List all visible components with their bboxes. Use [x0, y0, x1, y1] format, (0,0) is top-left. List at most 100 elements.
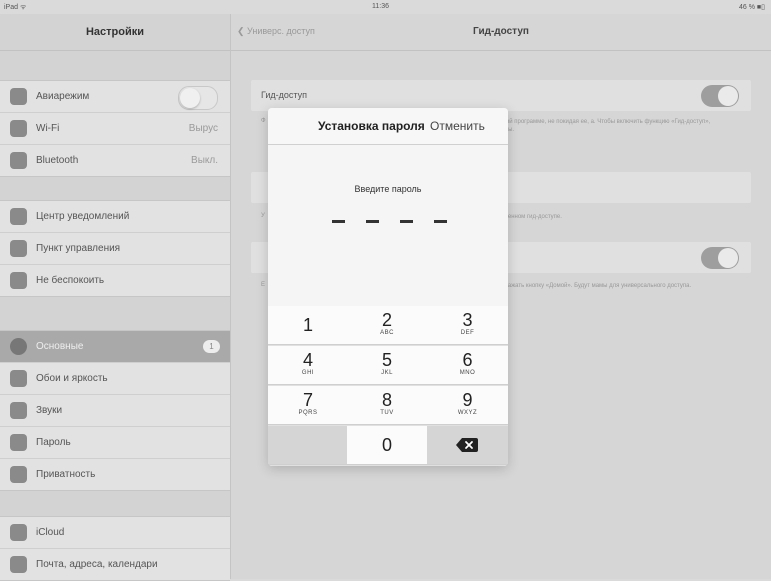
shortcut-toggle[interactable] — [701, 247, 739, 269]
dialog-title: Установка пароля — [318, 119, 425, 133]
desc3-fragment: E — [261, 282, 266, 288]
sidebar-item-privacy[interactable]: Приватность — [0, 459, 230, 490]
sidebar-item-label: Пароль — [36, 437, 71, 448]
key-1[interactable]: 1 — [268, 306, 349, 345]
cancel-button[interactable]: Отменить — [430, 119, 485, 133]
sidebar-item-label: Звуки — [36, 405, 63, 416]
sidebar-item-mail[interactable]: Почта, адреса, календари — [0, 549, 230, 580]
sidebar-group-accounts: iCloud Почта, адреса, календари — [0, 516, 230, 581]
bluetooth-value: Выкл. — [191, 155, 218, 166]
key-digit: 3 — [462, 310, 473, 330]
sidebar-item-wifi[interactable]: Wi-Fi Вырус — [0, 113, 230, 145]
airplane-icon — [10, 88, 27, 105]
lock-icon — [10, 434, 27, 451]
sound-icon — [10, 402, 27, 419]
page-title: Гид-доступ — [473, 26, 529, 37]
key-digit: 4 — [302, 350, 313, 370]
sidebar-item-label: Пункт управления — [36, 243, 121, 254]
sidebar-item-airplane[interactable]: Авиарежим — [0, 81, 230, 113]
key-6[interactable]: 6 MNO — [427, 346, 508, 385]
sidebar-item-wallpaper[interactable]: Обои и яркость — [0, 363, 230, 395]
sidebar-item-icloud[interactable]: iCloud — [0, 517, 230, 549]
sidebar-group-notifications: Центр уведомлений Пункт управления Не бе… — [0, 200, 230, 297]
key-blank — [268, 426, 349, 465]
key-digit: 5 — [381, 350, 392, 370]
key-digit: 6 — [462, 350, 473, 370]
settings-sidebar: Настройки Авиарежим Wi-Fi Вырус Bluetoot… — [0, 14, 231, 581]
sidebar-item-label: Центр уведомлений — [36, 211, 130, 222]
sidebar-item-label: Wi-Fi — [36, 123, 60, 134]
passcode-entry-field[interactable] — [324, 214, 454, 228]
dialog-header: Установка пароля Отменить — [268, 108, 508, 145]
sidebar-title: Настройки — [0, 14, 230, 51]
notifications-icon — [10, 208, 27, 225]
airplane-toggle[interactable] — [178, 86, 218, 110]
key-letters: DEF — [460, 330, 475, 336]
key-digit: 7 — [302, 390, 313, 410]
set-passcode-dialog: Установка пароля Отменить Введите пароль… — [268, 108, 508, 466]
key-digit: 2 — [381, 310, 392, 330]
backspace-icon — [456, 438, 478, 452]
sidebar-item-bluetooth[interactable]: Bluetooth Выкл. — [0, 145, 230, 176]
control-center-icon — [10, 240, 27, 257]
guided-access-label: Гид-доступ — [261, 90, 307, 100]
key-digit: 0 — [381, 435, 392, 455]
sidebar-item-general[interactable]: Основные 1 — [0, 331, 230, 363]
guided-access-row: Гид-доступ — [251, 80, 751, 111]
key-letters: TUV — [380, 410, 394, 416]
key-9[interactable]: 9 WXYZ — [427, 386, 508, 425]
key-letters: WXYZ — [457, 410, 478, 416]
bluetooth-icon — [10, 152, 27, 169]
key-4[interactable]: 4 GHI — [268, 346, 349, 385]
sidebar-item-label: iCloud — [36, 527, 65, 538]
key-7[interactable]: 7 PQRS — [268, 386, 349, 425]
sidebar-group-general: Основные 1 Обои и яркость Звуки Пароль П… — [0, 330, 230, 491]
key-letters: ABC — [380, 330, 394, 336]
sidebar-item-label: Основные — [36, 341, 84, 352]
sidebar-item-label: Почта, адреса, календари — [36, 559, 158, 570]
passcode-digit-slot — [366, 220, 379, 223]
key-letters: GHI — [301, 370, 315, 376]
wifi-value: Вырус — [188, 123, 218, 134]
device-label: iPad ᯤ — [4, 4, 27, 11]
detail-header: ❮ Универс. доступ Гид-доступ — [231, 14, 771, 51]
sidebar-item-do-not-disturb[interactable]: Не беспокоить — [0, 265, 230, 296]
status-bar: iPad ᯤ 11:36 46 % ■▯ — [0, 0, 771, 14]
key-letters: JKL — [381, 370, 393, 376]
sidebar-item-passcode[interactable]: Пароль — [0, 427, 230, 459]
sidebar-item-control-center[interactable]: Пункт управления — [0, 233, 230, 265]
sidebar-item-sounds[interactable]: Звуки — [0, 395, 230, 427]
key-0[interactable]: 0 — [347, 426, 428, 465]
hand-icon — [10, 466, 27, 483]
key-digit: 8 — [381, 390, 392, 410]
key-5[interactable]: 5 JKL — [347, 346, 428, 385]
key-2[interactable]: 2 ABC — [347, 306, 428, 345]
gear-icon — [10, 338, 27, 355]
key-3[interactable]: 3 DEF — [427, 306, 508, 345]
passcode-digit-slot — [400, 220, 413, 223]
mail-icon — [10, 556, 27, 573]
wallpaper-icon — [10, 370, 27, 387]
sidebar-group-connectivity: Авиарежим Wi-Fi Вырус Bluetooth Выкл. — [0, 80, 230, 177]
sidebar-item-label: Приватность — [36, 469, 96, 480]
passcode-digit-slot — [332, 220, 345, 223]
sidebar-item-label: Bluetooth — [36, 155, 79, 166]
passcode-description: включенном гид-доступе. — [491, 214, 562, 220]
sidebar-item-label: Авиарежим — [36, 91, 90, 102]
desc2-fragment: У — [261, 213, 265, 219]
wifi-icon — [10, 120, 27, 137]
key-digit: 1 — [302, 315, 313, 335]
passcode-digit-slot — [434, 220, 447, 223]
numeric-keypad: 1 2 ABC 3 DEF 4 GHI 5 JKL 6 MNO 7 PQRS 8… — [268, 306, 508, 466]
shortcut-description: жды нажать кнопку «Домой». Будут мамы дл… — [491, 283, 692, 289]
key-letters: PQRS — [298, 410, 318, 416]
delete-key[interactable] — [427, 426, 508, 465]
guided-access-toggle[interactable] — [701, 85, 739, 107]
sidebar-item-label: Не беспокоить — [36, 275, 105, 286]
key-digit: 9 — [462, 390, 473, 410]
key-8[interactable]: 8 TUV — [347, 386, 428, 425]
update-badge: 1 — [203, 340, 220, 353]
sidebar-item-notifications[interactable]: Центр уведомлений — [0, 201, 230, 233]
guided-access-description: в одной программе, не покидая ее, а. Что… — [491, 119, 711, 133]
moon-icon — [10, 272, 27, 289]
